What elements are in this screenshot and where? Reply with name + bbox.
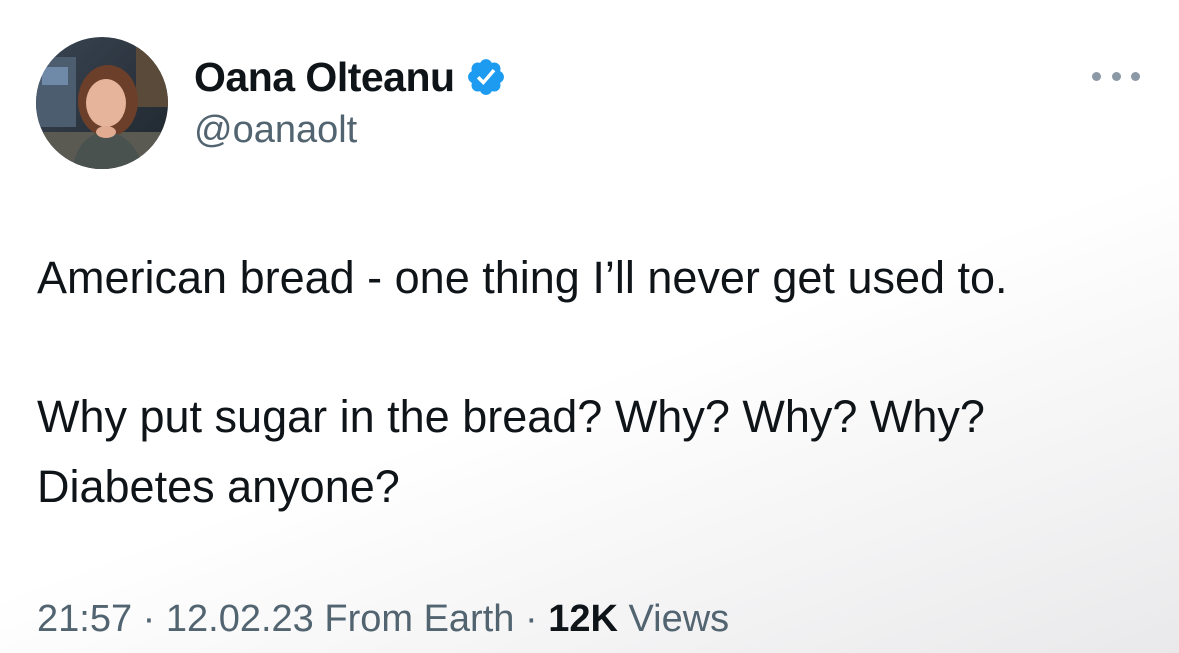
more-dot: [1092, 71, 1101, 81]
more-options-icon[interactable]: [1092, 64, 1140, 88]
views-label: Views: [628, 598, 730, 640]
name-row: Oana Olteanu: [194, 52, 507, 102]
tweet-text-line: American bread - one thing I’ll never ge…: [37, 252, 1008, 303]
more-dot: [1131, 71, 1140, 81]
avatar[interactable]: [36, 37, 168, 169]
tweet-meta: 21:57 · 12.02.23 From Earth · 12K Views: [37, 598, 729, 641]
avatar-image: [36, 37, 168, 169]
meta-separator: ·: [142, 598, 156, 640]
tweet-date[interactable]: 12.02.23: [166, 598, 314, 640]
verified-badge-icon[interactable]: [465, 56, 507, 98]
views-count[interactable]: 12K: [548, 598, 618, 640]
display-name[interactable]: Oana Olteanu: [194, 54, 455, 101]
tweet-card: Oana Olteanu @oanaolt American bread - o…: [0, 0, 1179, 653]
tweet-time[interactable]: 21:57: [37, 598, 132, 640]
tweet-text-line: Why put sugar in the bread? Why? Why? Wh…: [37, 391, 985, 442]
tweet-text-line: Diabetes anyone?: [37, 461, 400, 512]
tweet-source: From Earth: [324, 598, 515, 640]
handle[interactable]: @oanaolt: [194, 109, 357, 152]
meta-separator: ·: [524, 598, 538, 640]
more-dot: [1111, 71, 1121, 81]
